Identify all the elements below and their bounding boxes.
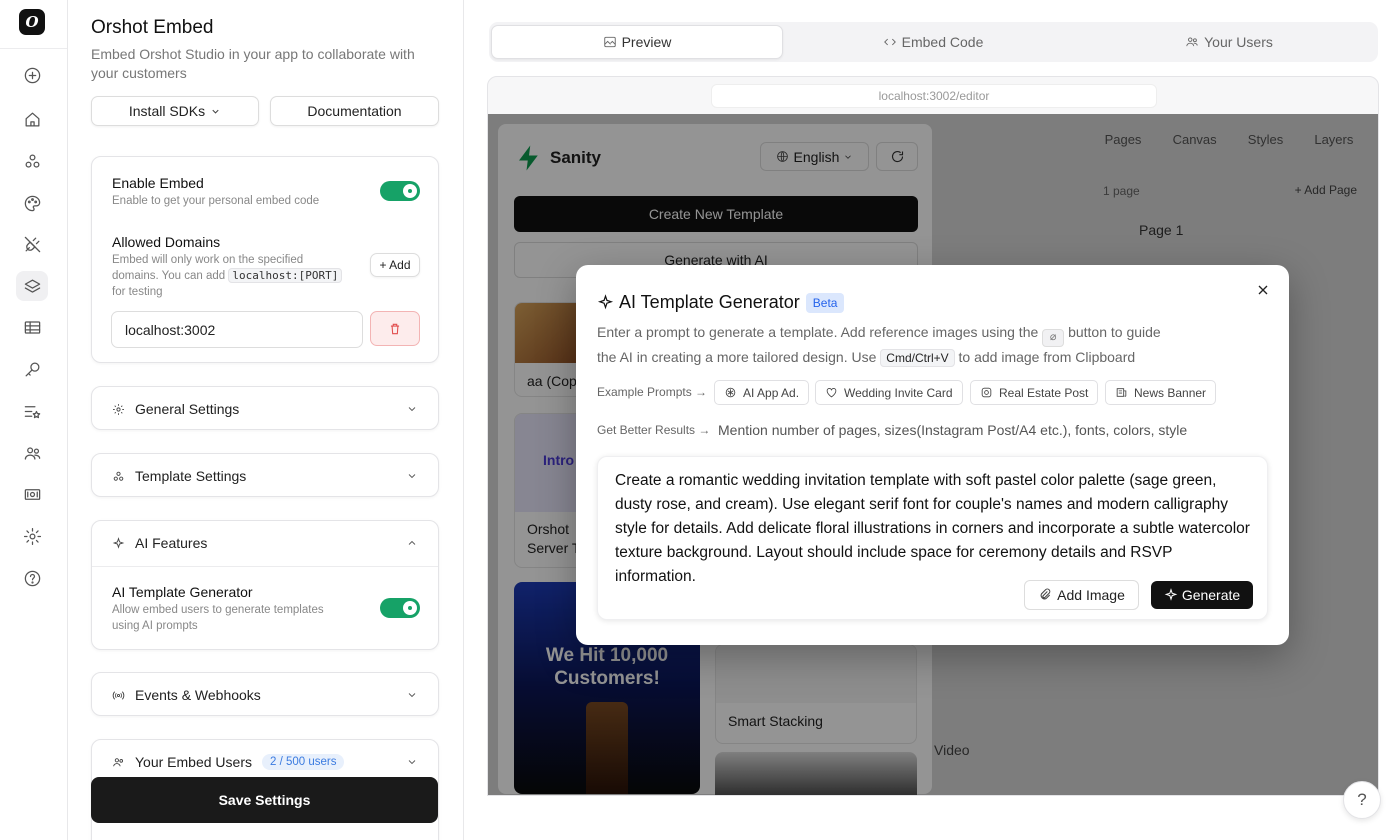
example-chip-wedding[interactable]: Wedding Invite Card	[815, 380, 963, 405]
chevron-down-icon	[406, 688, 418, 700]
events-webhooks-section[interactable]: Events & Webhooks	[91, 672, 439, 716]
tab-preview[interactable]: Preview	[491, 25, 783, 59]
plug-icon[interactable]	[16, 229, 48, 259]
orshot-logo[interactable]: O	[19, 9, 45, 35]
example-prompts-label: Example Prompts →	[597, 385, 708, 399]
general-settings-section[interactable]: General Settings	[91, 386, 439, 430]
preview-tabs: Preview Embed Code Your Users	[489, 22, 1378, 62]
domain-input[interactable]: localhost:3002	[111, 311, 363, 348]
allowed-domains-hint: Embed will only work on the specified do…	[112, 252, 352, 300]
billing-icon[interactable]	[16, 479, 48, 509]
better-results-label: Get Better Results →	[597, 423, 711, 437]
chevron-up-icon	[406, 536, 418, 548]
tab-your-users[interactable]: Your Users	[1083, 25, 1375, 59]
modal-header: AI Template Generator Beta	[597, 292, 845, 313]
ai-features-header[interactable]: AI Features	[92, 521, 438, 565]
instagram-icon	[981, 387, 992, 398]
localhost-port-code: localhost:[PORT]	[228, 268, 343, 283]
documentation-button[interactable]: Documentation	[270, 96, 439, 126]
users-icon[interactable]	[16, 438, 48, 468]
general-settings-label: General Settings	[135, 401, 240, 417]
better-results-text: Mention number of pages, sizes(Instagram…	[718, 422, 1188, 438]
code-icon	[883, 38, 896, 46]
ai-generator-hint: Allow embed users to generate templates …	[112, 604, 324, 632]
beta-badge: Beta	[805, 292, 845, 313]
home-icon[interactable]	[16, 104, 48, 134]
logo-letter: O	[25, 13, 39, 31]
users-count-badge: 2 / 500 users	[261, 754, 345, 770]
save-settings-button[interactable]: Save Settings	[91, 777, 438, 823]
table-icon[interactable]	[16, 312, 48, 342]
users-icon	[112, 755, 126, 769]
template-settings-section[interactable]: Template Settings	[91, 453, 439, 497]
chevron-down-icon	[406, 755, 418, 767]
gear-icon	[112, 402, 126, 416]
modal-title: AI Template Generator	[619, 292, 800, 312]
embed-users-label: Your Embed Users	[135, 754, 252, 770]
chevron-down-icon	[406, 469, 418, 481]
list-star-icon[interactable]	[16, 396, 48, 426]
page-title: Orshot Embed	[91, 17, 214, 38]
paste-shortcut: Cmd/Ctrl+V	[880, 349, 955, 367]
sparkle-icon	[112, 536, 126, 550]
enable-embed-label: Enable Embed	[112, 175, 204, 191]
tab-embed-code[interactable]: Embed Code	[787, 25, 1079, 59]
paperclip-icon: ⌀	[1042, 329, 1065, 347]
template-settings-label: Template Settings	[135, 468, 247, 484]
ai-features-section: AI Features AI Template Generator Allow …	[91, 520, 439, 650]
sidebar-divider	[0, 48, 67, 49]
chevron-down-icon	[406, 402, 418, 414]
prompt-box: Create a romantic wedding invitation tem…	[597, 456, 1268, 620]
allowed-domains-label: Allowed Domains	[112, 234, 221, 250]
ai-generator-label: AI Template Generator	[112, 584, 253, 600]
sparkle-icon	[1164, 588, 1178, 601]
sparkle-icon	[597, 294, 614, 310]
page-subtitle: Embed Orshot Studio in your app to colla…	[91, 46, 415, 81]
key-icon[interactable]	[16, 354, 48, 384]
example-chip-news[interactable]: News Banner	[1105, 380, 1217, 405]
help-button[interactable]: ?	[1343, 781, 1381, 819]
app-sidebar: O	[0, 0, 68, 840]
install-sdks-label: Install SDKs	[128, 103, 206, 119]
palette-icon[interactable]	[16, 188, 48, 218]
ai-features-label: AI Features	[135, 535, 208, 551]
embed-config-card: Enable Embed Enable to get your personal…	[91, 156, 439, 363]
gear-icon[interactable]	[16, 521, 48, 551]
shapes-icon	[112, 469, 126, 483]
heart-icon	[826, 388, 837, 398]
prompt-textarea[interactable]: Create a romantic wedding invitation tem…	[615, 469, 1255, 589]
embed-settings-panel: Orshot Embed Embed Orshot Studio in your…	[69, 0, 464, 840]
trash-icon	[390, 323, 400, 334]
delete-domain-button[interactable]	[370, 311, 420, 346]
ai-generator-toggle[interactable]	[380, 598, 420, 618]
modal-description: Enter a prompt to generate a template. A…	[597, 324, 1161, 367]
add-image-button[interactable]: Add Image	[1024, 580, 1139, 610]
events-webhooks-label: Events & Webhooks	[135, 687, 261, 703]
newspaper-icon	[1116, 388, 1127, 397]
broadcast-icon	[112, 688, 126, 702]
example-chip-real-estate[interactable]: Real Estate Post	[970, 380, 1099, 405]
help-circle-icon[interactable]	[16, 563, 48, 593]
plus-circle-icon[interactable]	[16, 60, 48, 90]
close-button[interactable]	[1255, 282, 1273, 300]
openai-icon	[725, 387, 736, 398]
example-chip-ai-app[interactable]: AI App Ad.	[714, 380, 810, 405]
chevron-down-icon	[210, 106, 221, 117]
section-divider	[92, 566, 438, 567]
users-icon	[1186, 37, 1198, 47]
url-bar[interactable]: localhost:3002/editor	[711, 84, 1157, 108]
enable-embed-toggle[interactable]	[380, 181, 420, 201]
image-icon	[603, 36, 616, 48]
enable-embed-hint: Enable to get your personal embed code	[112, 195, 320, 207]
install-sdks-button[interactable]: Install SDKs	[91, 96, 259, 126]
shapes-icon[interactable]	[16, 146, 48, 176]
close-icon	[1258, 285, 1268, 295]
paperclip-icon	[1040, 588, 1051, 600]
generate-button[interactable]: Generate	[1151, 581, 1253, 609]
ai-generator-modal: AI Template Generator Beta Enter a promp…	[576, 265, 1289, 645]
add-domain-button[interactable]: + Add	[370, 253, 420, 277]
layers-icon[interactable]	[16, 271, 48, 301]
